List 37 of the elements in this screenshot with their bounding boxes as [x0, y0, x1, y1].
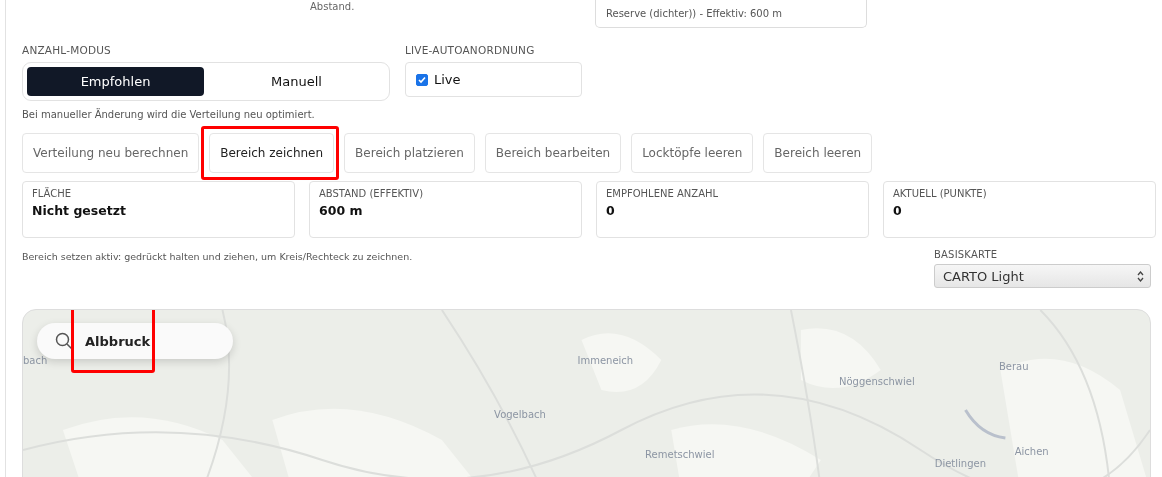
place-label: Remetschwiel — [645, 449, 715, 460]
action-button[interactable]: Bereich zeichnen — [209, 133, 335, 173]
stat-value: 0 — [606, 203, 616, 218]
action-button[interactable]: Bereich bearbeiten — [484, 133, 622, 173]
place-label: Nöggenschwiel — [838, 376, 915, 387]
section-label: ANZAHL-MODUS — [22, 44, 112, 56]
search-input: Albbruck — [85, 333, 205, 349]
stat-label: FLÄCHE — [32, 188, 73, 199]
place-label: Immeneich — [577, 355, 634, 366]
mode-option[interactable]: Empfohlen — [27, 67, 204, 96]
stat-label: EMPFOHLENE ANZAHL — [606, 188, 720, 199]
section-label: LIVE-AUTOANORDNUNG — [405, 44, 536, 56]
stat-label: AKTUELL (PUNKTE) — [893, 188, 988, 199]
spacing-select[interactable]: Reserve (dichter)) - Effektiv: 600 m — [595, 0, 867, 28]
map-view[interactable]: bach Immeneich Vogelbach Nöggenschwiel Berau Remetschwiel Dietlingen Aichen Albbruck — [22, 309, 1151, 477]
place-label: Dietlingen — [934, 458, 987, 469]
checkbox-label: Live — [434, 72, 461, 87]
mode-option[interactable]: Manuell — [208, 67, 385, 96]
stat-label: ABSTAND (EFFEKTIV) — [319, 188, 425, 199]
dropdown-arrows-icon — [1137, 270, 1144, 282]
section-label: BASISKARTE — [934, 249, 999, 260]
place-label: Berau — [998, 361, 1029, 372]
search-icon — [55, 332, 73, 350]
helper-text: Bei manueller Änderung wird die Verteilung neu optimiert. — [22, 109, 316, 120]
action-button[interactable]: Bereich platzieren — [344, 133, 475, 173]
stat-value: 600 m — [319, 203, 364, 218]
place-label: Vogelbach — [494, 409, 546, 420]
stat-value: 0 — [893, 203, 903, 218]
action-button[interactable]: Verteilung neu berechnen — [22, 133, 200, 173]
stat-value: Nicht gesetzt — [32, 203, 127, 218]
action-button[interactable]: Locktöpfe leeren — [631, 133, 754, 173]
helper-text: Bereich setzen aktiv: gedrückt halten und ziehen, um Kreis/Rechteck zu zeichnen. — [22, 251, 413, 264]
place-label: Aichen — [1014, 446, 1049, 457]
checkbox[interactable] — [416, 73, 428, 86]
action-button[interactable]: Bereich leeren — [763, 133, 873, 173]
note-text: Abstand. — [310, 1, 356, 12]
basemap-select[interactable]: CARTO Light — [934, 264, 1151, 288]
